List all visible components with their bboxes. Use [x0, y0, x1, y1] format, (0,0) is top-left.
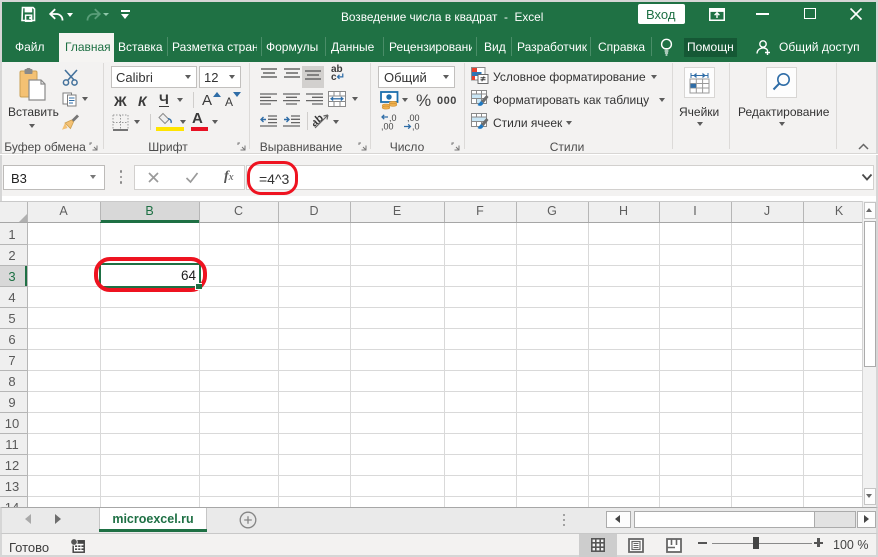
svg-text:,00: ,00	[381, 122, 394, 132]
svg-text:,0: ,0	[412, 122, 420, 132]
svg-text:ab: ab	[313, 112, 326, 130]
